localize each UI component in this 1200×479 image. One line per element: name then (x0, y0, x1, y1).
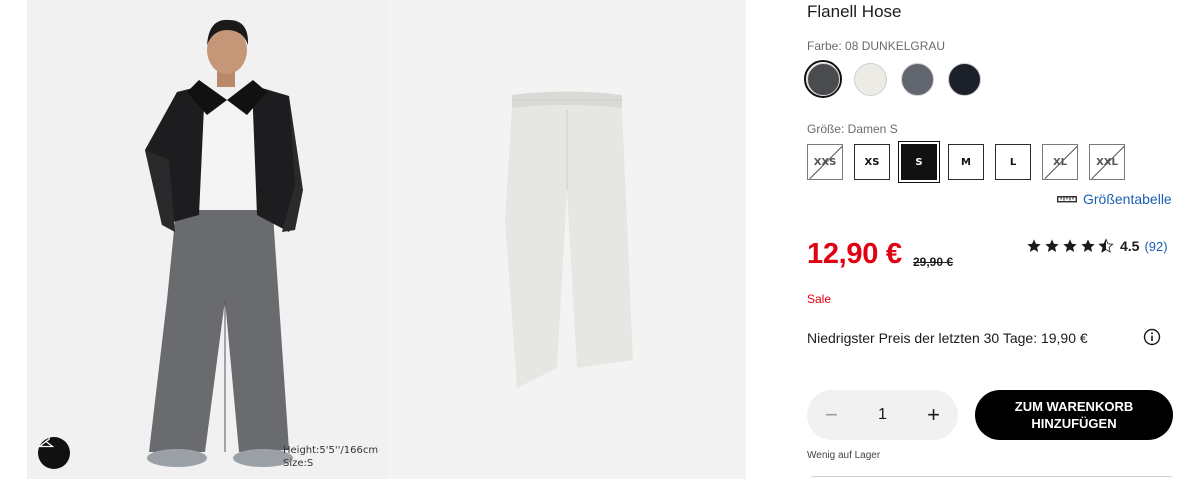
model-photo[interactable]: Height:5'5''/166cm Size:S (27, 0, 387, 479)
color-swatch[interactable] (898, 60, 936, 98)
color-swatch[interactable] (804, 60, 842, 98)
model-size: Size:S (283, 458, 314, 469)
original-price: 29,90 € (913, 255, 954, 269)
product-title: Flanell Hose (807, 2, 902, 21)
model-illustration (145, 19, 303, 467)
size-selector: XXS XS S M L XL XXL (807, 144, 1125, 180)
add-to-cart-button[interactable]: ZUM WARENKORB HINZUFÜGEN (975, 390, 1173, 440)
increase-quantity-button[interactable]: + (927, 402, 940, 428)
size-option[interactable]: S (901, 144, 937, 180)
color-label: Farbe: 08 DUNKELGRAU (807, 39, 946, 53)
size-option[interactable]: M (948, 144, 984, 180)
ruler-icon (1057, 191, 1077, 207)
decrease-quantity-button[interactable]: − (825, 402, 838, 428)
star-icon (1045, 239, 1059, 252)
rating-value: 4.5 (1120, 238, 1140, 254)
rating[interactable]: 4.5 (92) (1026, 238, 1168, 254)
size-option[interactable]: XS (854, 144, 890, 180)
trousers-illustration (505, 91, 633, 388)
size-label: Größe: Damen S (807, 122, 898, 136)
color-swatches (804, 60, 983, 98)
lowest-price-info: Niedrigster Preis der letzten 30 Tage: 1… (807, 330, 1088, 346)
color-swatch[interactable] (945, 60, 983, 98)
product-photo[interactable] (387, 0, 746, 479)
stock-status: Wenig auf Lager (807, 450, 881, 461)
size-chart-label: Größentabelle (1083, 191, 1172, 207)
model-height: Height:5'5''/166cm (283, 445, 379, 456)
star-half-icon (1098, 238, 1114, 253)
quantity-stepper: − 1 + (807, 390, 958, 440)
model-info: Height:5'5''/166cm Size:S (283, 444, 378, 470)
color-swatch[interactable] (851, 60, 889, 98)
star-icon (1027, 239, 1041, 252)
info-icon[interactable] (1143, 328, 1161, 351)
size-option[interactable]: L (995, 144, 1031, 180)
try-on-button[interactable] (38, 437, 70, 469)
sale-price: 12,90 € (807, 238, 902, 270)
star-icon (1063, 239, 1077, 252)
review-count-link[interactable]: (92) (1144, 239, 1167, 254)
size-option[interactable]: XL (1042, 144, 1078, 180)
size-option[interactable]: XXS (807, 144, 843, 180)
size-chart-link[interactable]: Größentabelle (1057, 191, 1172, 207)
quantity-value[interactable]: 1 (878, 406, 887, 424)
sale-label: Sale (807, 292, 832, 306)
star-icon (1081, 239, 1095, 252)
size-option[interactable]: XXL (1089, 144, 1125, 180)
